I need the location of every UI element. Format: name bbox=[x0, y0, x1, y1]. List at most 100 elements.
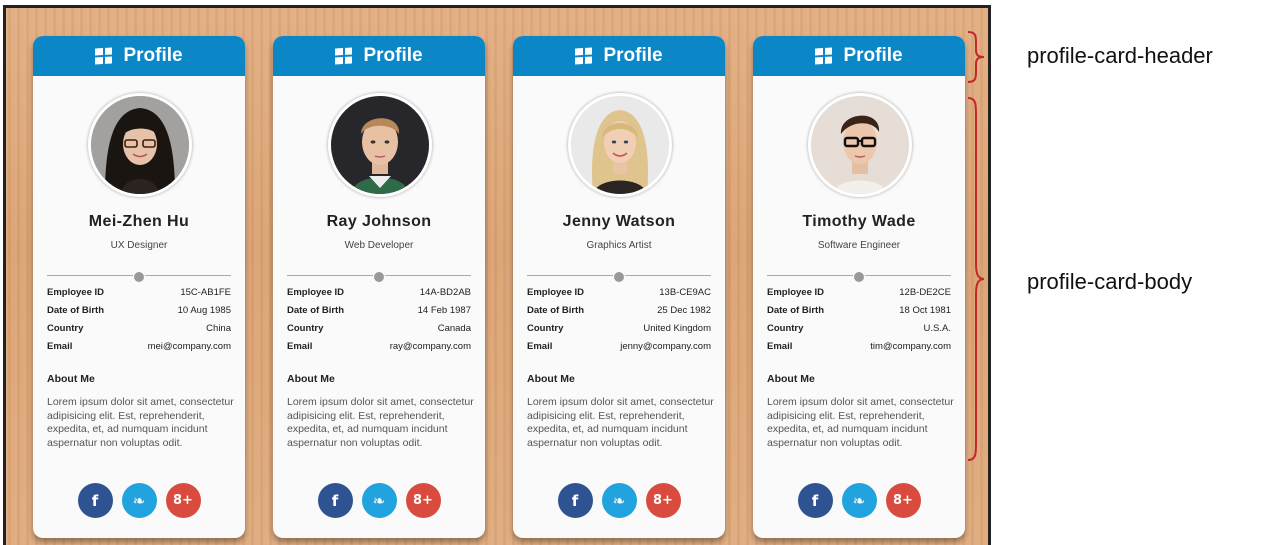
profile-name: Timothy Wade bbox=[802, 213, 916, 230]
body-brace bbox=[967, 97, 985, 461]
facebook-icon[interactable]: f bbox=[797, 483, 833, 518]
detail-key: Country bbox=[287, 323, 324, 334]
detail-key: Email bbox=[767, 341, 793, 352]
twitter-icon[interactable]: ❧ bbox=[121, 483, 157, 518]
profile-card: Profile Jenny Watson Graphics Artist Emp… bbox=[513, 36, 725, 538]
facebook-icon[interactable]: f bbox=[317, 483, 353, 518]
avatar bbox=[328, 93, 432, 197]
header-annotation-label: profile-card-header bbox=[1027, 43, 1213, 68]
about-text: Lorem ipsum dolor sit amet, consectetur … bbox=[287, 396, 474, 449]
detail-row: Employee ID 13B-CE9AC bbox=[527, 287, 711, 305]
header-title: Profile bbox=[843, 45, 903, 66]
detail-key: Employee ID bbox=[287, 287, 345, 298]
profile-card: Profile Timothy Wade Software Engineer E… bbox=[753, 36, 965, 538]
windows-logo-icon bbox=[575, 47, 593, 65]
detail-key: Date of Birth bbox=[527, 305, 584, 316]
detail-row: Email mei@company.com bbox=[47, 341, 231, 359]
about-heading: About Me bbox=[47, 373, 95, 385]
profile-name: Jenny Watson bbox=[562, 213, 676, 230]
email-link[interactable]: mei@company.com bbox=[148, 341, 231, 359]
detail-value: 14 Feb 1987 bbox=[417, 305, 471, 316]
detail-value: 12B-DE2CE bbox=[899, 287, 951, 298]
divider bbox=[287, 271, 471, 283]
details-list: Employee ID 14A-BD2AB Date of Birth 14 Feb… bbox=[287, 287, 471, 359]
detail-value: 18 Oct 1981 bbox=[899, 305, 951, 316]
profile-card-header: Profile bbox=[513, 36, 725, 76]
details-list: Employee ID 15C-AB1FE Date of Birth 10 Aug… bbox=[47, 287, 231, 359]
header-title: Profile bbox=[123, 45, 183, 66]
profile-role: Software Engineer bbox=[817, 240, 901, 251]
windows-logo-icon bbox=[95, 47, 113, 65]
profile-card-header: Profile bbox=[273, 36, 485, 76]
profile-role: Web Developer bbox=[344, 240, 414, 251]
detail-value: 10 Aug 1985 bbox=[177, 305, 231, 316]
google-plus-icon[interactable]: 8+ bbox=[645, 483, 681, 518]
header-title: Profile bbox=[603, 45, 663, 66]
about-heading: About Me bbox=[527, 373, 575, 385]
detail-value: China bbox=[206, 323, 231, 334]
detail-key: Employee ID bbox=[47, 287, 105, 298]
detail-row: Country Canada bbox=[287, 323, 471, 341]
header-title: Profile bbox=[363, 45, 423, 66]
profile-card: Profile Mei-Zhen Hu UX Designer Employee… bbox=[33, 36, 245, 538]
windows-logo-icon bbox=[815, 47, 833, 65]
detail-key: Employee ID bbox=[527, 287, 585, 298]
detail-key: Email bbox=[527, 341, 553, 352]
detail-row: Employee ID 15C-AB1FE bbox=[47, 287, 231, 305]
detail-row: Country United Kingdom bbox=[527, 323, 711, 341]
detail-value: Canada bbox=[437, 323, 471, 334]
details-list: Employee ID 12B-DE2CE Date of Birth 18 Oct… bbox=[767, 287, 951, 359]
detail-row: Date of Birth 25 Dec 1982 bbox=[527, 305, 711, 323]
detail-key: Country bbox=[47, 323, 84, 334]
twitter-icon[interactable]: ❧ bbox=[361, 483, 397, 518]
detail-row: Employee ID 12B-DE2CE bbox=[767, 287, 951, 305]
detail-value: 25 Dec 1982 bbox=[657, 305, 711, 316]
detail-row: Date of Birth 14 Feb 1987 bbox=[287, 305, 471, 323]
detail-row: Date of Birth 10 Aug 1985 bbox=[47, 305, 231, 323]
detail-value: U.S.A. bbox=[923, 323, 951, 334]
detail-key: Country bbox=[767, 323, 804, 334]
detail-row: Email ray@company.com bbox=[287, 341, 471, 359]
about-heading: About Me bbox=[767, 373, 815, 385]
divider bbox=[767, 271, 951, 283]
detail-key: Date of Birth bbox=[287, 305, 344, 316]
about-text: Lorem ipsum dolor sit amet, consectetur … bbox=[527, 396, 714, 449]
twitter-icon[interactable]: ❧ bbox=[841, 483, 877, 518]
detail-value: United Kingdom bbox=[643, 323, 711, 334]
detail-value: 13B-CE9AC bbox=[659, 287, 711, 298]
detail-row: Country U.S.A. bbox=[767, 323, 951, 341]
avatar bbox=[568, 93, 672, 197]
avatar bbox=[808, 93, 912, 197]
profile-card: Profile Ray Johnson Web Developer Employ… bbox=[273, 36, 485, 538]
profile-name: Mei-Zhen Hu bbox=[88, 213, 190, 230]
social-links: f ❧ 8+ bbox=[753, 483, 965, 518]
detail-row: Employee ID 14A-BD2AB bbox=[287, 287, 471, 305]
about-text: Lorem ipsum dolor sit amet, consectetur … bbox=[47, 396, 234, 449]
detail-key: Employee ID bbox=[767, 287, 825, 298]
detail-row: Country China bbox=[47, 323, 231, 341]
email-link[interactable]: jenny@company.com bbox=[620, 341, 711, 359]
email-link[interactable]: tim@company.com bbox=[870, 341, 951, 359]
twitter-icon[interactable]: ❧ bbox=[601, 483, 637, 518]
detail-key: Country bbox=[527, 323, 564, 334]
divider bbox=[527, 271, 711, 283]
google-plus-icon[interactable]: 8+ bbox=[885, 483, 921, 518]
email-link[interactable]: ray@company.com bbox=[390, 341, 471, 359]
facebook-icon[interactable]: f bbox=[557, 483, 593, 518]
about-heading: About Me bbox=[287, 373, 335, 385]
profile-name: Ray Johnson bbox=[326, 213, 432, 230]
windows-logo-icon bbox=[335, 47, 353, 65]
social-links: f ❧ 8+ bbox=[513, 483, 725, 518]
profile-card-header: Profile bbox=[33, 36, 245, 76]
facebook-icon[interactable]: f bbox=[77, 483, 113, 518]
detail-key: Date of Birth bbox=[767, 305, 824, 316]
google-plus-icon[interactable]: 8+ bbox=[405, 483, 441, 518]
body-annotation-label: profile-card-body bbox=[1027, 269, 1193, 294]
detail-row: Date of Birth 18 Oct 1981 bbox=[767, 305, 951, 323]
profile-role: UX Designer bbox=[110, 240, 168, 251]
social-links: f ❧ 8+ bbox=[33, 483, 245, 518]
card-showcase: Profile Mei-Zhen Hu UX Designer Employee… bbox=[3, 5, 991, 545]
google-plus-icon[interactable]: 8+ bbox=[165, 483, 201, 518]
detail-row: Email jenny@company.com bbox=[527, 341, 711, 359]
detail-key: Date of Birth bbox=[47, 305, 104, 316]
